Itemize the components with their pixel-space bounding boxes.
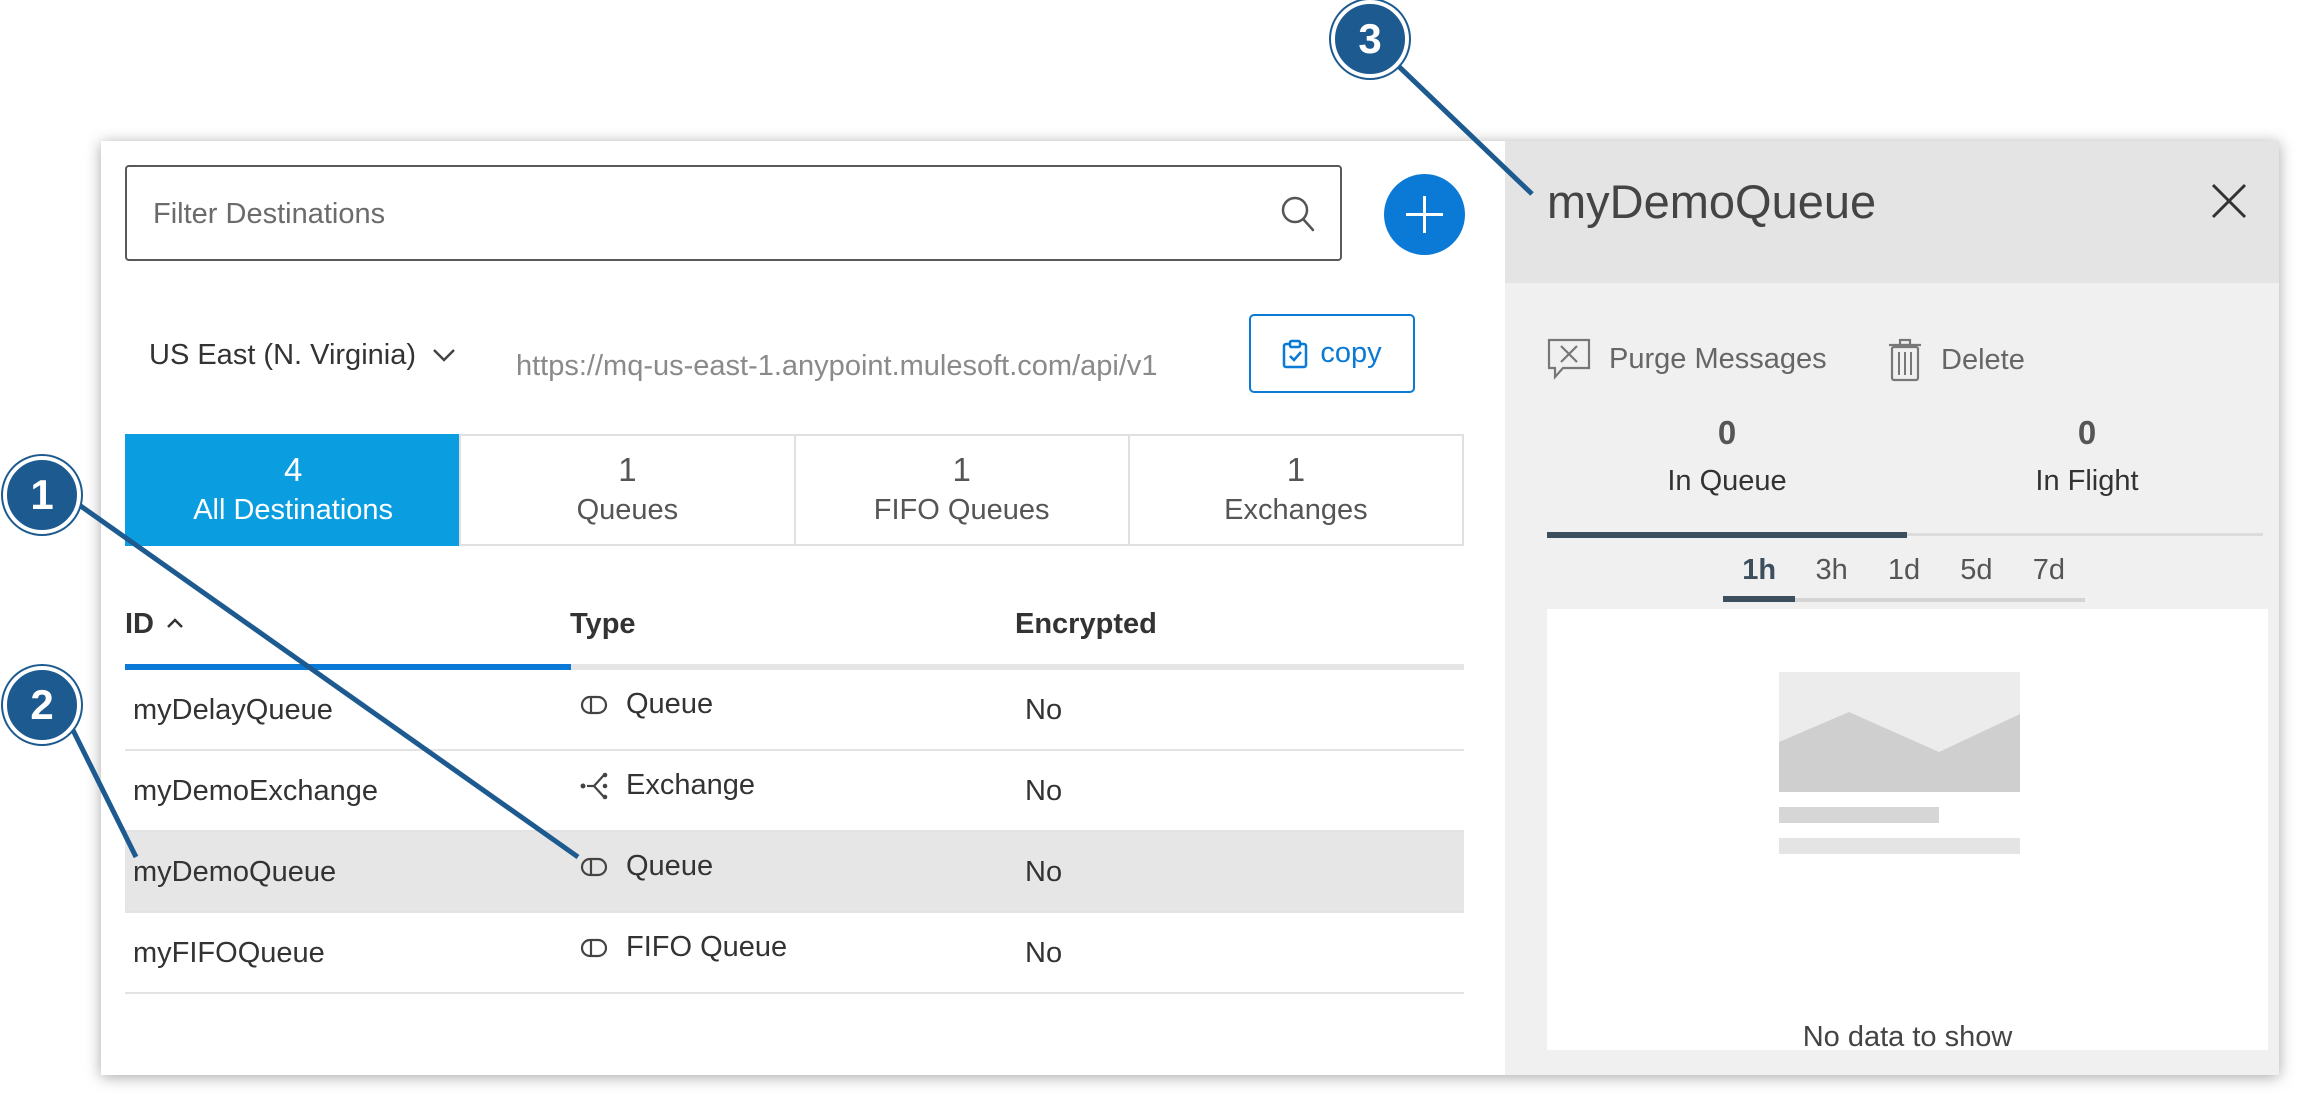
tab-queues[interactable]: 1 Queues bbox=[459, 434, 796, 546]
column-header-id[interactable]: ID bbox=[125, 608, 184, 641]
column-header-encrypted[interactable]: Encrypted bbox=[1015, 608, 1157, 641]
row-type-label: FIFO Queue bbox=[626, 931, 788, 963]
column-header-type[interactable]: Type bbox=[570, 608, 636, 641]
delete-label: Delete bbox=[1941, 343, 2025, 376]
row-type-label: Queue bbox=[626, 850, 714, 882]
table-row[interactable]: myDelayQueue Queue No bbox=[125, 670, 1464, 751]
delete-button[interactable]: Delete bbox=[1887, 338, 2025, 382]
tab-count: 1 bbox=[618, 451, 637, 488]
endpoint-url: https://mq-us-east-1.anypoint.mulesoft.c… bbox=[516, 350, 1158, 382]
row-type-label: Queue bbox=[626, 688, 714, 720]
empty-chart-illustration bbox=[1779, 672, 2020, 854]
metric-active-indicator bbox=[1547, 532, 1907, 538]
callout-badge-2: 2 bbox=[3, 666, 81, 744]
trash-icon bbox=[1889, 338, 1921, 382]
tab-label: Queues bbox=[576, 494, 679, 526]
empty-state-text: No data to show bbox=[1802, 1021, 2013, 1053]
table-row[interactable]: myDemoExchange Exchange No bbox=[125, 751, 1464, 832]
row-type: Exchange bbox=[580, 769, 755, 802]
time-range-tabs: 1h 3h 1d 5d 7d bbox=[1723, 546, 2085, 602]
purge-icon bbox=[1547, 338, 1591, 380]
tab-count: 1 bbox=[952, 451, 971, 488]
callout-badge-1: 1 bbox=[3, 456, 81, 534]
purge-label: Purge Messages bbox=[1609, 342, 1827, 375]
region-dropdown[interactable]: US East (N. Virginia) bbox=[149, 332, 456, 378]
table-row-selected[interactable]: myDemoQueue Queue No bbox=[125, 832, 1464, 913]
filter-destinations-input[interactable] bbox=[151, 167, 1255, 261]
range-tab-1d[interactable]: 1d bbox=[1868, 546, 1940, 598]
clipboard-icon bbox=[1283, 339, 1308, 368]
tab-exchanges[interactable]: 1 Exchanges bbox=[1127, 434, 1464, 546]
metric-label: In Flight bbox=[2035, 465, 2139, 497]
row-type: Queue bbox=[580, 688, 713, 721]
row-encrypted: No bbox=[1025, 775, 1063, 807]
destinations-table: ID Type Encrypted myDelayQueue Queue No … bbox=[125, 600, 1464, 994]
copy-label: copy bbox=[1320, 337, 1382, 369]
row-id: myDemoQueue bbox=[133, 856, 337, 888]
purge-messages-button[interactable]: Purge Messages bbox=[1547, 338, 1827, 380]
region-label: US East (N. Virginia) bbox=[149, 338, 416, 371]
destination-type-tabs: 4 All Destinations 1 Queues 1 FIFO Queue… bbox=[125, 434, 1464, 546]
table-header: ID Type Encrypted bbox=[125, 600, 1464, 670]
queue-icon bbox=[580, 938, 608, 957]
row-id: myFIFOQueue bbox=[133, 937, 325, 969]
chart-area: No data to show bbox=[1547, 609, 2268, 1053]
filter-destinations-box[interactable] bbox=[125, 165, 1342, 261]
sort-ascending-icon bbox=[167, 618, 183, 628]
queue-icon bbox=[580, 857, 608, 876]
close-icon[interactable] bbox=[2203, 175, 2255, 227]
tab-count: 1 bbox=[1286, 451, 1306, 488]
row-type: FIFO Queue bbox=[580, 931, 787, 964]
detail-title: myDemoQueue bbox=[1547, 175, 1877, 228]
metric-label: In Queue bbox=[1667, 465, 1787, 497]
range-tab-7d[interactable]: 7d bbox=[2013, 546, 2085, 598]
tab-all-destinations[interactable]: 4 All Destinations bbox=[125, 434, 462, 546]
row-encrypted: No bbox=[1025, 694, 1063, 726]
tab-label: All Destinations bbox=[193, 494, 394, 526]
tab-label: FIFO Queues bbox=[873, 494, 1050, 526]
metric-value: 0 bbox=[2077, 414, 2097, 451]
row-type: Queue bbox=[580, 850, 713, 883]
destination-detail-panel: myDemoQueue Purge Messages Delete 0 In Q… bbox=[1505, 141, 2279, 1075]
add-destination-button[interactable] bbox=[1384, 174, 1465, 255]
callout-badge-3: 3 bbox=[1331, 0, 1409, 78]
search-icon[interactable] bbox=[1280, 195, 1316, 233]
detail-header: myDemoQueue bbox=[1505, 141, 2279, 283]
range-tab-5d[interactable]: 5d bbox=[1940, 546, 2012, 598]
metric-in-queue[interactable]: 0 In Queue bbox=[1547, 413, 1907, 501]
table-row[interactable]: myFIFOQueue FIFO Queue No bbox=[125, 913, 1464, 994]
tab-fifo-queues[interactable]: 1 FIFO Queues bbox=[793, 434, 1130, 546]
row-id: myDelayQueue bbox=[133, 694, 333, 726]
range-tab-1h[interactable]: 1h bbox=[1723, 546, 1796, 602]
tab-count: 4 bbox=[283, 451, 303, 488]
row-type-label: Exchange bbox=[626, 769, 755, 801]
tab-label: Exchanges bbox=[1224, 494, 1368, 526]
range-tab-3h[interactable]: 3h bbox=[1795, 546, 1867, 598]
metric-value: 0 bbox=[1717, 414, 1737, 451]
copy-url-button[interactable]: copy bbox=[1249, 314, 1415, 393]
row-encrypted: No bbox=[1025, 937, 1063, 969]
row-encrypted: No bbox=[1025, 856, 1063, 888]
plus-icon bbox=[1406, 196, 1443, 233]
queue-icon bbox=[580, 695, 608, 714]
metric-in-flight[interactable]: 0 In Flight bbox=[1907, 413, 2267, 501]
chevron-down-icon bbox=[433, 349, 455, 362]
exchange-icon bbox=[580, 772, 608, 799]
row-id: myDemoExchange bbox=[133, 775, 378, 807]
